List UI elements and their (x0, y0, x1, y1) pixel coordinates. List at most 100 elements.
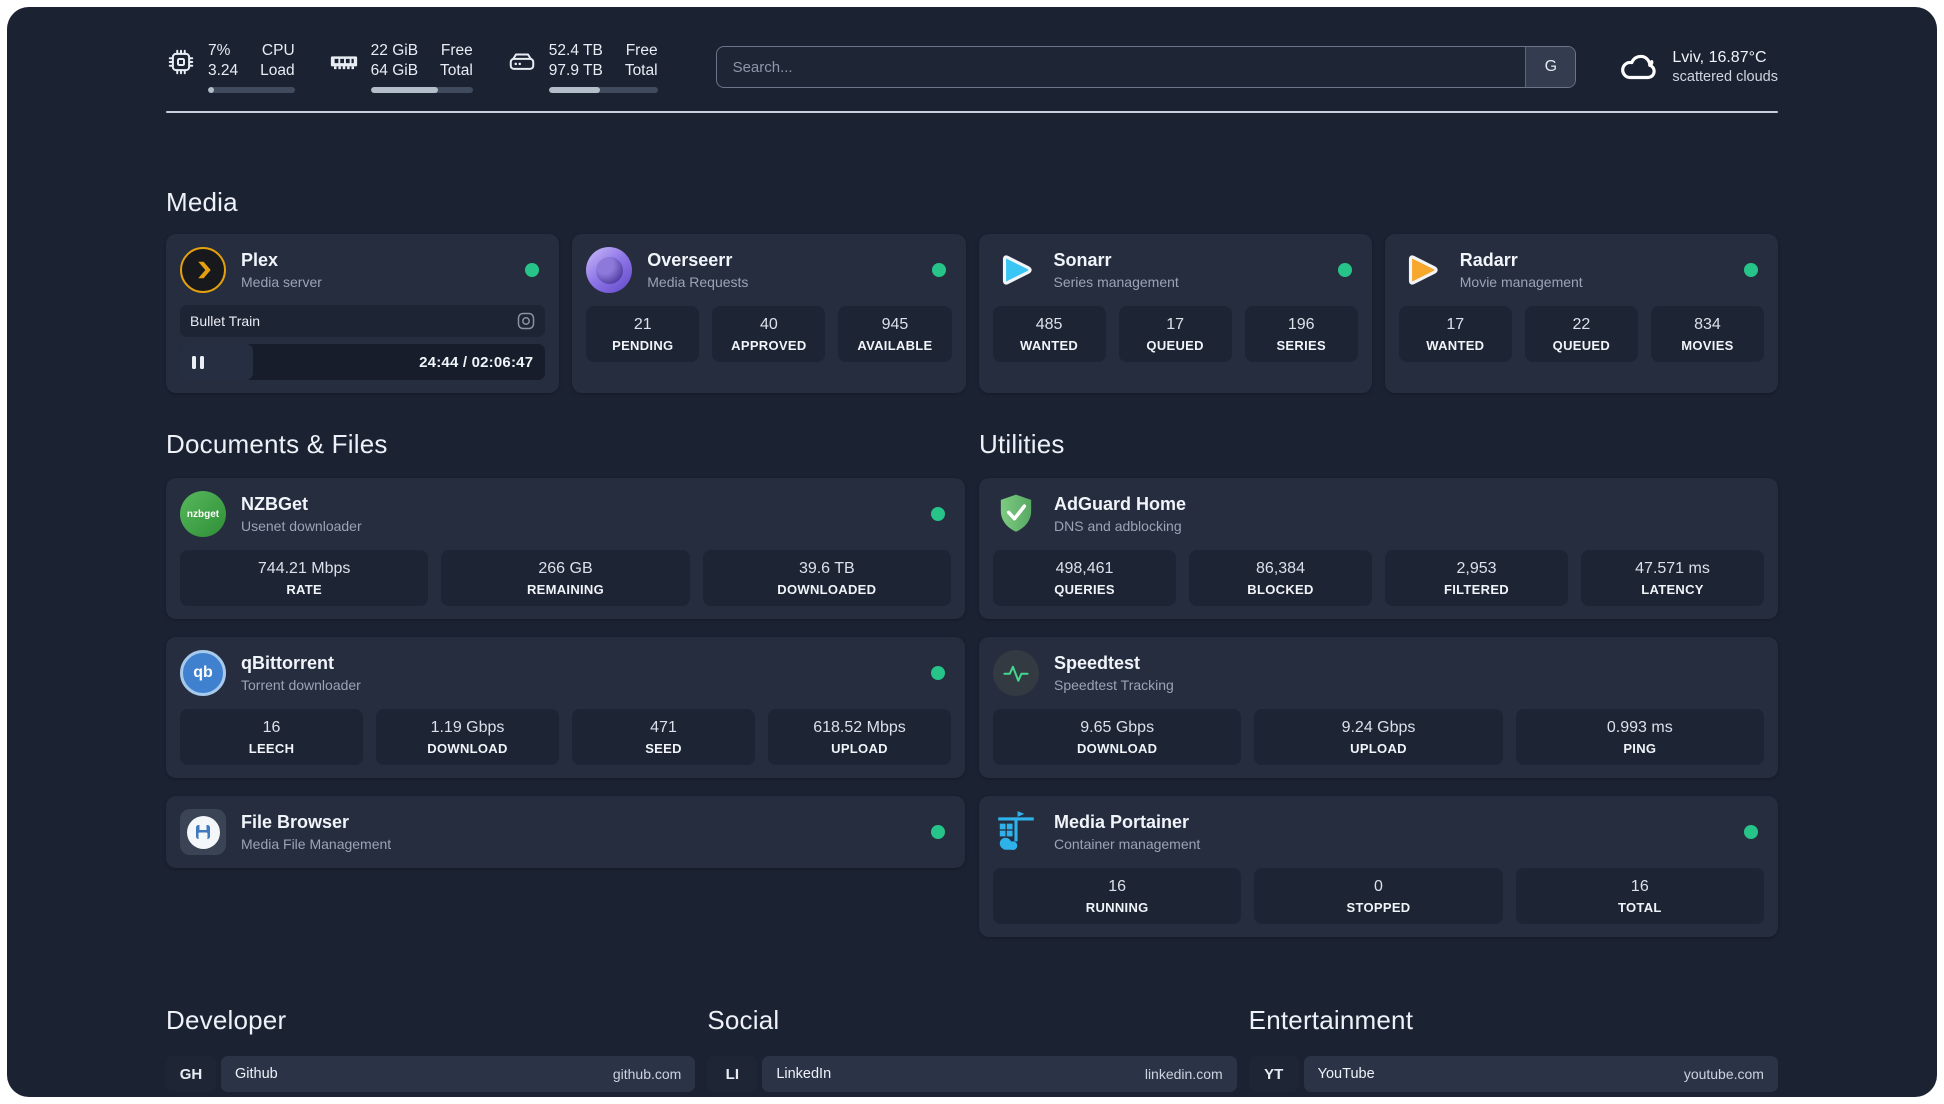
top-bar: 7% CPU 3.24 Load 22 GiB Free 64 GiB Tota… (166, 41, 1778, 93)
card-radarr[interactable]: Radarr Movie management 17 WANTED 22 QUE… (1384, 234, 1778, 393)
speedtest-icon (993, 650, 1039, 696)
adguard-icon (993, 491, 1039, 537)
search-engine-button[interactable]: G (1525, 47, 1576, 87)
card-subtitle: Media server (241, 274, 322, 290)
status-dot (525, 263, 540, 277)
section-title-utilities: Utilities (979, 429, 1065, 459)
stat-stopped: 0 STOPPED (1254, 868, 1503, 924)
card-plex[interactable]: Plex Media server Bullet Train 24:44 / 0… (166, 234, 560, 393)
session-info-icon[interactable] (517, 312, 535, 330)
stat-queries: 498,461 QUERIES (993, 550, 1176, 606)
card-adguard[interactable]: AdGuard Home DNS and adblocking 498,461 … (979, 478, 1778, 619)
stat-wanted: 17 WANTED (1398, 306, 1512, 362)
topbar-divider (166, 111, 1778, 113)
documents-column: Documents & Files nzbget NZBGet Usenet d… (166, 429, 965, 937)
plex-icon (180, 247, 226, 293)
stat-series: 196 SERIES (1244, 306, 1358, 362)
playback-progress-bar[interactable]: 24:44 / 02:06:47 (180, 344, 546, 380)
card-subtitle: Speedtest Tracking (1054, 677, 1174, 693)
section-title-social: Social (707, 1005, 780, 1035)
card-nzbget[interactable]: nzbget NZBGet Usenet downloader 744.21 M… (166, 478, 965, 619)
storage-free-label: Free (625, 41, 658, 59)
cpu-usage-label: CPU (261, 41, 295, 59)
card-portainer[interactable]: Media Portainer Container management 16 … (979, 796, 1778, 937)
search-input[interactable] (716, 47, 1526, 87)
card-overseerr[interactable]: Overseerr Media Requests 21 PENDING 40 A… (572, 234, 966, 393)
card-filebrowser[interactable]: File Browser Media File Management (166, 796, 965, 868)
overseerr-icon (586, 247, 633, 293)
card-qbittorrent[interactable]: qb qBittorrent Torrent downloader 16 LEE… (166, 637, 965, 778)
storage-total-label: Total (624, 61, 658, 79)
card-title: Sonarr (1053, 250, 1112, 270)
bookmark-github[interactable]: GH Github github.com (166, 1056, 696, 1092)
status-dot (931, 666, 945, 680)
card-title: Plex (241, 250, 279, 270)
stat-blocked: 86,384 BLOCKED (1189, 550, 1372, 606)
bookmark-abbr: LI (707, 1056, 758, 1092)
bookmark-url: github.com (612, 1066, 682, 1082)
section-title-entertainment: Entertainment (1248, 1005, 1414, 1035)
portainer-icon (993, 809, 1039, 855)
cpu-usage-bar (208, 86, 295, 93)
stat-movies: 834 MOVIES (1650, 306, 1764, 362)
memory-icon (329, 47, 359, 77)
storage-free-value: 52.4 TB (548, 41, 603, 59)
radarr-icon (1399, 247, 1445, 293)
weather-location: Lviv, 16.87°C (1672, 49, 1767, 66)
nzbget-icon: nzbget (180, 491, 226, 537)
memory-total-value: 64 GiB (370, 61, 419, 79)
stat-filtered: 2,953 FILTERED (1385, 550, 1568, 606)
stat-approved: 40 APPROVED (712, 306, 826, 362)
dashboard: 7% CPU 3.24 Load 22 GiB Free 64 GiB Tota… (7, 7, 1937, 1097)
status-dot (931, 825, 945, 839)
card-title: Radarr (1459, 250, 1518, 270)
bookmark-abbr: YT (1248, 1056, 1299, 1092)
stat-download: 1.19 Gbps DOWNLOAD (376, 709, 559, 765)
card-title: AdGuard Home (1054, 494, 1187, 514)
stat-rate: 744.21 Mbps RATE (180, 550, 429, 606)
playback-time: 24:44 / 02:06:47 (419, 353, 534, 371)
status-dot (931, 263, 946, 277)
card-title: Speedtest (1054, 653, 1141, 673)
bookmark-youtube[interactable]: YT YouTube youtube.com (1248, 1056, 1778, 1092)
pause-icon (192, 355, 204, 369)
now-playing-row[interactable]: Bullet Train (180, 305, 546, 337)
card-subtitle: Torrent downloader (241, 677, 361, 693)
section-title-media: Media (166, 187, 238, 217)
status-dot (1744, 263, 1758, 277)
card-subtitle: Usenet downloader (241, 518, 362, 534)
bookmark-group-social: Social LI LinkedIn linkedin.com TW Twitt… (707, 1005, 1237, 1097)
bookmark-group-developer: Developer GH Github github.com SO StackO… (166, 1005, 696, 1097)
status-dot (1337, 263, 1352, 277)
cpu-load-label: Load (260, 61, 295, 79)
cpu-usage-value: 7% (208, 41, 231, 59)
memory-total-label: Total (440, 61, 473, 79)
stat-available: 945 AVAILABLE (838, 306, 952, 362)
card-sonarr[interactable]: Sonarr Series management 485 WANTED 17 Q… (978, 234, 1372, 393)
stat-queued: 17 QUEUED (1118, 306, 1232, 362)
bookmark-url: linkedin.com (1144, 1066, 1223, 1082)
card-title: qBittorrent (241, 653, 334, 673)
cloud-icon (1618, 46, 1660, 88)
stat-running: 16 RUNNING (993, 868, 1242, 924)
stat-pending: 21 PENDING (586, 306, 700, 362)
memory-usage-bar (370, 86, 473, 93)
storage-usage-bar (548, 86, 658, 93)
now-playing-title: Bullet Train (190, 313, 261, 329)
section-title-developer: Developer (166, 1005, 287, 1035)
weather-condition: scattered clouds (1672, 69, 1778, 85)
card-speedtest[interactable]: Speedtest Speedtest Tracking 9.65 Gbps D… (979, 637, 1778, 778)
card-subtitle: Movie management (1459, 274, 1583, 290)
stat-download: 9.65 Gbps DOWNLOAD (993, 709, 1242, 765)
bookmark-linkedin[interactable]: LI LinkedIn linkedin.com (707, 1056, 1237, 1092)
storage-icon (507, 47, 537, 77)
section-title-documents: Documents & Files (166, 429, 388, 459)
bookmark-group-entertainment: Entertainment YT YouTube youtube.com NF … (1248, 1005, 1778, 1097)
sonarr-icon (993, 247, 1039, 293)
storage-stat: 52.4 TB Free 97.9 TB Total (507, 42, 658, 93)
weather-widget[interactable]: Lviv, 16.87°C scattered clouds (1618, 46, 1778, 88)
memory-free-value: 22 GiB (370, 41, 419, 59)
filebrowser-icon (180, 809, 226, 855)
cpu-icon (166, 47, 196, 77)
stat-upload: 618.52 Mbps UPLOAD (768, 709, 951, 765)
